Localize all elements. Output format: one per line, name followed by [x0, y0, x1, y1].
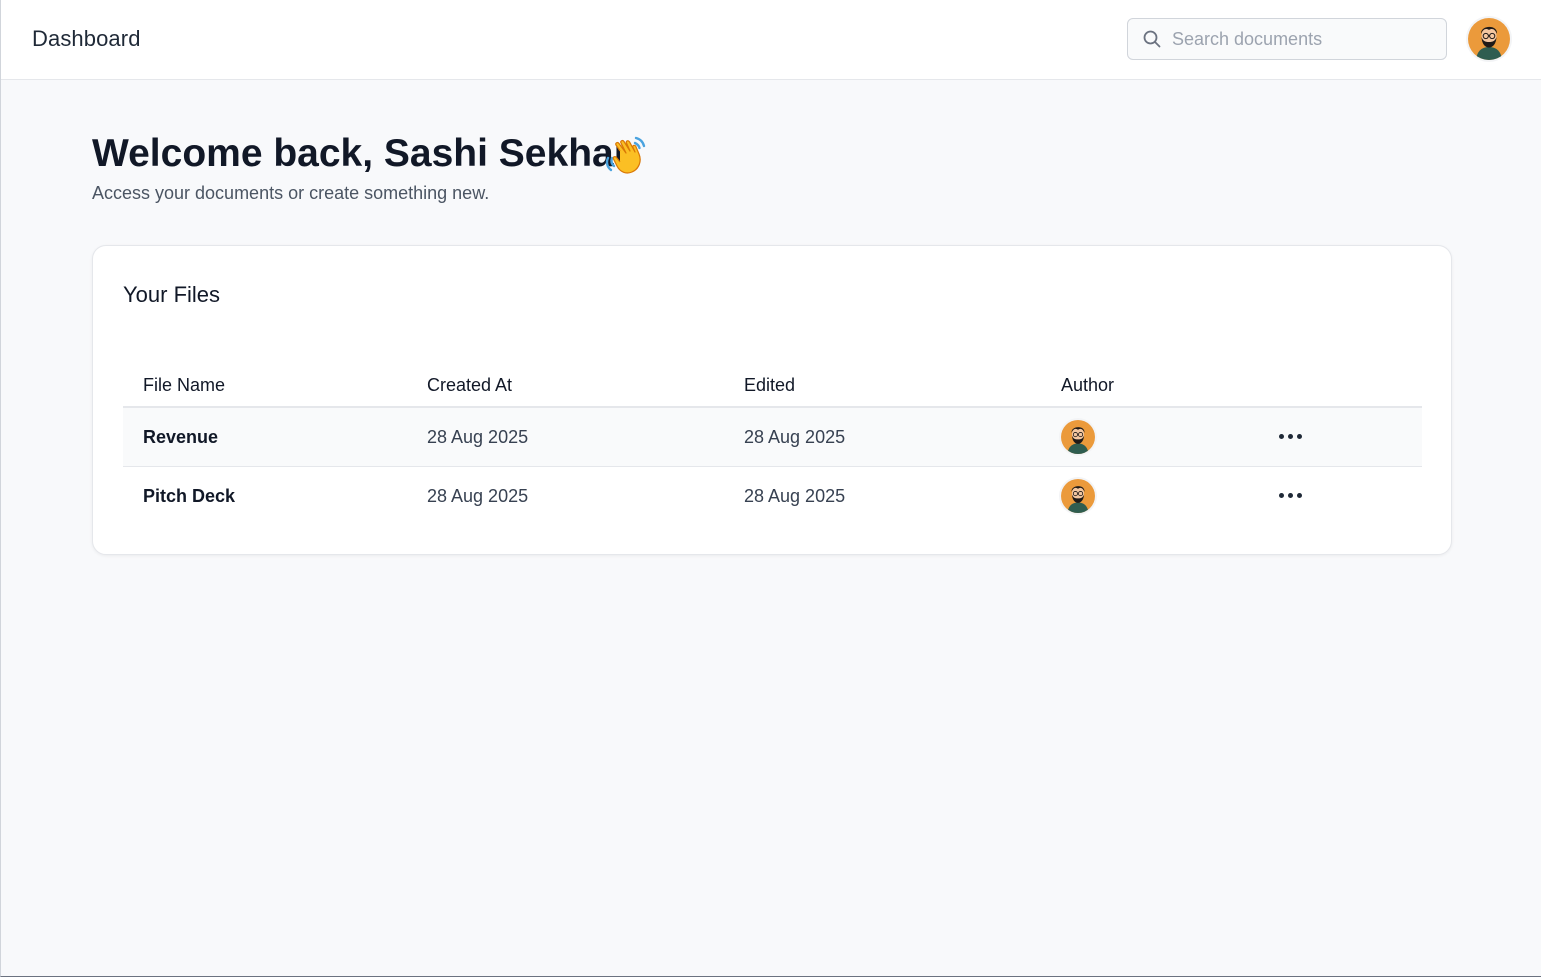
page: Dashboard Welcome back, Sashi Sekhar: [0, 0, 1541, 977]
edited-date: 28 Aug 2025: [744, 486, 846, 506]
more-horizontal-icon: [1279, 434, 1284, 439]
search-box[interactable]: [1127, 18, 1447, 60]
file-name[interactable]: Pitch Deck: [143, 486, 235, 507]
table-row[interactable]: Revenue 28 Aug 2025 28 Aug 2025: [123, 408, 1422, 467]
column-header-created-at: Created At: [427, 375, 513, 395]
welcome-heading: Welcome back, Sashi Sekhar: [92, 132, 629, 175]
column-header-edited: Edited: [744, 375, 796, 395]
created-date: 28 Aug 2025: [427, 427, 529, 447]
page-title: Dashboard: [32, 26, 141, 51]
user-avatar-icon: [1067, 486, 1089, 513]
edited-date: 28 Aug 2025: [744, 427, 846, 447]
more-horizontal-icon: [1297, 493, 1302, 498]
more-horizontal-icon: [1279, 493, 1284, 498]
files-card: Your Files File Name Created At Edited A…: [92, 245, 1452, 555]
column-header-author: Author: [1061, 375, 1115, 395]
search-input[interactable]: [1172, 19, 1440, 59]
more-horizontal-icon: [1288, 493, 1293, 498]
more-horizontal-icon: [1297, 434, 1302, 439]
files-card-title: Your Files: [123, 282, 221, 307]
welcome-subtitle: Access your documents or create somethin…: [92, 183, 490, 203]
more-horizontal-icon: [1288, 434, 1293, 439]
search-icon: [1143, 30, 1161, 48]
column-header-file-name: File Name: [143, 375, 226, 395]
top-navigation-bar: Dashboard: [1, 0, 1541, 80]
created-date: 28 Aug 2025: [427, 486, 529, 506]
more-actions-button[interactable]: [1279, 485, 1309, 505]
user-avatar-icon: [1067, 427, 1089, 454]
table-row[interactable]: Pitch Deck 28 Aug 2025 28 Aug 2025: [123, 467, 1422, 526]
more-actions-button[interactable]: [1279, 426, 1309, 446]
files-table-header: File Name Created At Edited Author: [123, 361, 1422, 408]
waving-hand-icon: [605, 136, 646, 174]
file-name[interactable]: Revenue: [143, 427, 218, 448]
user-avatar-button[interactable]: [1468, 18, 1510, 60]
author-avatar: [1061, 420, 1095, 454]
user-avatar-icon: [1476, 26, 1502, 60]
author-avatar: [1061, 479, 1095, 513]
